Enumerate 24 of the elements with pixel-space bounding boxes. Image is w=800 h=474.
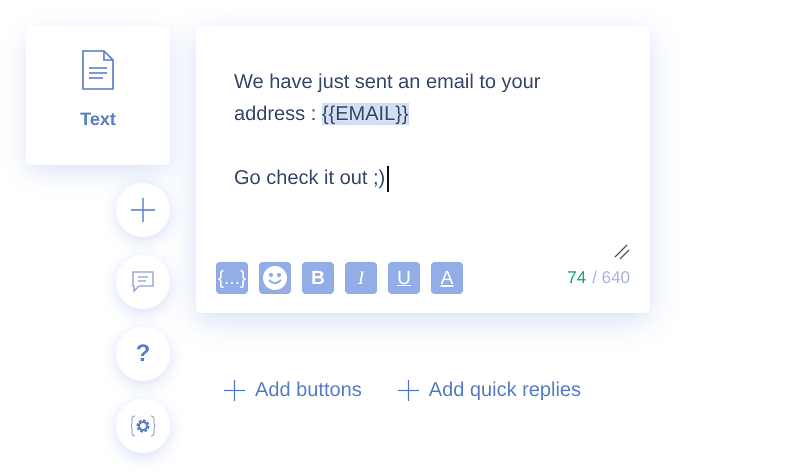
- message-paragraph: We have just sent an email to your address : {{EMAIL}}: [234, 70, 542, 127]
- help-button[interactable]: ?: [116, 327, 170, 381]
- message-editor[interactable]: We have just sent an email to your address : {{EMAIL}} Go check it out ;) {...} B I U A 74 / 640: [196, 26, 650, 313]
- add-icon: [130, 197, 156, 223]
- add-link[interactable]: Add quick replies: [398, 375, 582, 405]
- character-count: 74: [567, 267, 586, 290]
- color-button[interactable]: A: [431, 262, 463, 294]
- variable-button[interactable]: {...}: [216, 262, 248, 294]
- block-label: Text: [80, 108, 116, 131]
- message-paragraph: Go check it out ;): [234, 162, 612, 194]
- italic-button[interactable]: I: [345, 262, 377, 294]
- add-link[interactable]: Add buttons: [224, 375, 362, 405]
- character-limit: / 640: [592, 267, 630, 290]
- text-block-card[interactable]: Text: [26, 26, 170, 165]
- resize-handle-icon[interactable]: [614, 244, 630, 260]
- bold-button[interactable]: B: [302, 262, 334, 294]
- smiley-icon: [262, 265, 288, 291]
- braced-gear-icon: [130, 415, 156, 437]
- speech-bubble-icon: [131, 271, 155, 293]
- plus-icon: [398, 380, 419, 400]
- document-icon: [81, 50, 115, 90]
- plus-icon: [224, 380, 245, 400]
- underline-button[interactable]: U: [388, 262, 420, 294]
- emoji-button[interactable]: [259, 262, 291, 294]
